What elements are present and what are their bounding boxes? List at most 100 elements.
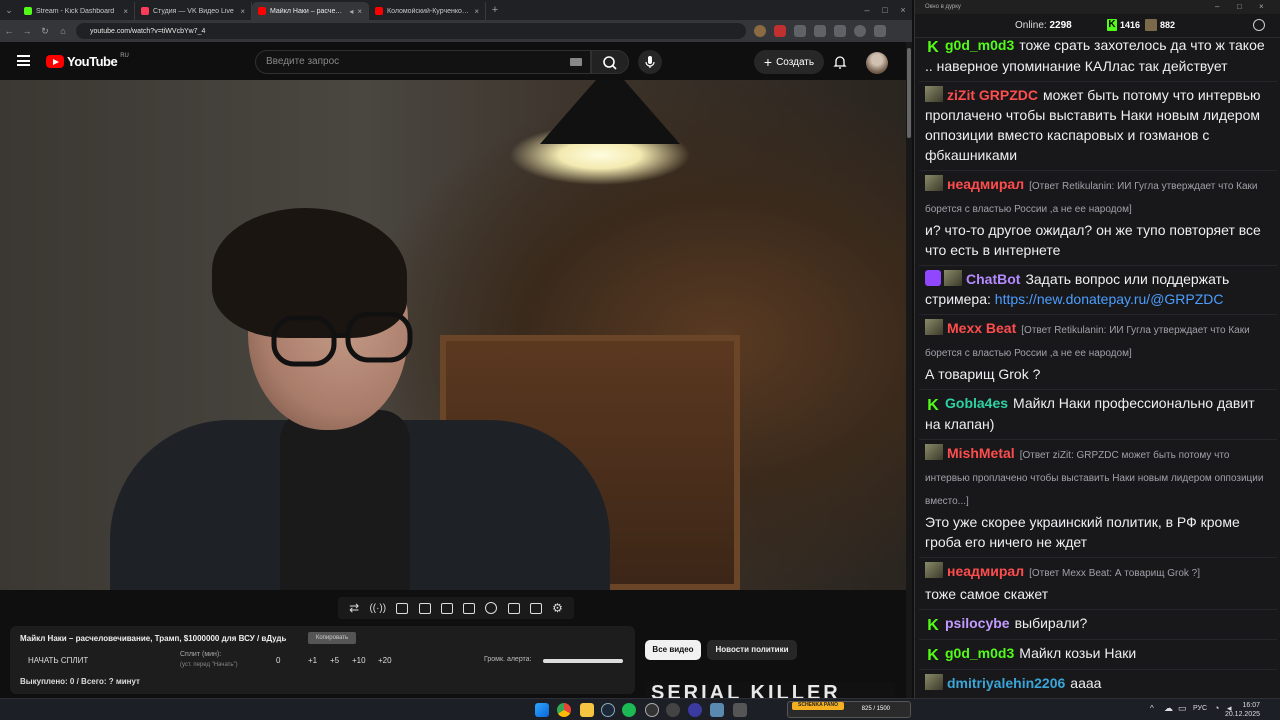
page-scrollbar[interactable] (906, 42, 912, 698)
add-clip-icon[interactable] (507, 602, 520, 614)
minimize-button[interactable]: – (858, 5, 876, 15)
chat-message-list[interactable]: Kg0d_m0d3 тоже срать захотелось да что ж … (919, 32, 1277, 696)
chat-username[interactable]: dmitriyalehin2206 (947, 675, 1065, 691)
obs-icon[interactable] (645, 703, 659, 717)
tab-youtube-other[interactable]: Коломойский-Курченко: "Д... × (369, 2, 486, 20)
start-split-button[interactable]: НАЧАТЬ СПЛИТ (28, 656, 88, 665)
app-icon[interactable] (733, 703, 747, 717)
chip-politics-news[interactable]: Новости политики (707, 640, 797, 660)
player-extension-toolbar: ⇄ ((·)) ⚙ (338, 597, 574, 619)
back-icon[interactable]: ← (0, 26, 18, 36)
chat-username[interactable]: Gobla4es (945, 395, 1008, 411)
split-add-5-button[interactable]: +5 (330, 656, 339, 665)
battery-icon[interactable]: ▭ (1178, 703, 1187, 714)
tab-kick-dashboard[interactable]: Stream - Kick Dashboard × (18, 2, 135, 20)
file-explorer-icon[interactable] (580, 703, 594, 717)
broadcast-icon[interactable]: ((·)) (369, 603, 386, 614)
repeat-icon[interactable]: ⇄ (349, 601, 359, 615)
chat-username[interactable]: MishMetal (947, 445, 1015, 461)
pip-icon[interactable] (440, 602, 453, 614)
speaker-icon[interactable]: ◂ (349, 7, 353, 16)
maximize-button[interactable]: □ (1237, 0, 1242, 14)
create-button[interactable]: + Создать (754, 50, 824, 74)
youtube-header: YouTube RU Введите запрос + Создать (0, 42, 912, 80)
minimize-button[interactable]: – (1215, 0, 1219, 14)
menu-icon[interactable] (874, 25, 886, 37)
spotify-icon[interactable] (622, 703, 636, 717)
cinema-icon[interactable] (463, 602, 476, 614)
chat-username[interactable]: неадмирал (947, 176, 1024, 192)
camera-icon[interactable] (529, 602, 542, 614)
notifications-bell-icon[interactable] (833, 54, 847, 70)
close-icon[interactable]: × (357, 7, 362, 16)
chat-username[interactable]: ChatBot (966, 271, 1020, 287)
chat-username[interactable]: ziZit GRPZDC (947, 87, 1038, 103)
home-icon[interactable]: ⌂ (54, 26, 72, 36)
extension-icon[interactable] (754, 25, 766, 37)
split-add-1-button[interactable]: +1 (308, 656, 317, 665)
close-icon[interactable]: × (240, 7, 245, 16)
chat-scrollbar[interactable] (1269, 40, 1273, 690)
clock[interactable]: 16:07 20.12.2025 (1225, 701, 1260, 719)
film-icon[interactable] (418, 602, 431, 614)
keyboard-icon[interactable] (570, 58, 582, 66)
network-icon[interactable]: ☁ (1164, 703, 1173, 714)
account-avatar[interactable] (866, 52, 888, 74)
chat-username[interactable]: Mexx Beat (947, 320, 1016, 336)
chat-username[interactable]: неадмирал (947, 563, 1024, 579)
app-icon[interactable] (666, 703, 680, 717)
close-icon[interactable]: × (474, 7, 479, 16)
wifi-icon[interactable]: ◔ (1214, 703, 1219, 713)
speed-icon[interactable] (485, 602, 498, 614)
language-indicator[interactable]: РУС (1193, 705, 1207, 712)
gear-icon[interactable]: ⚙ (552, 601, 563, 615)
close-icon[interactable]: × (123, 7, 128, 16)
tab-youtube-video[interactable]: Майкл Наки – расчеловечивание, Трамп... … (252, 2, 369, 20)
reload-icon[interactable]: ↻ (36, 26, 54, 37)
url-input[interactable]: youtube.com/watch?v=tiWVcbYw7_4 (76, 23, 746, 39)
alert-volume-slider[interactable] (543, 659, 623, 663)
chat-username[interactable]: g0d_m0d3 (945, 37, 1014, 53)
hamburger-menu-icon[interactable] (17, 55, 30, 66)
search-input[interactable]: Введите запрос (255, 50, 591, 74)
download-icon[interactable] (834, 25, 846, 37)
chevron-up-icon[interactable]: ^ (1150, 704, 1154, 713)
chat-link[interactable]: https://new.donatepay.ru/@GRPZDC (995, 291, 1224, 307)
split-add-10-button[interactable]: +10 (352, 656, 366, 665)
profile-icon[interactable] (854, 25, 866, 37)
media-player-icon[interactable] (688, 703, 702, 717)
chat-username[interactable]: g0d_m0d3 (945, 645, 1014, 661)
extension-icon[interactable] (794, 25, 806, 37)
reply-quote: [Ответ Mexx Beat: А товарищ Grok ?] (1029, 568, 1201, 579)
chip-all-videos[interactable]: Все видео (645, 640, 701, 660)
windows-start-icon[interactable] (535, 703, 549, 717)
voice-search-button[interactable] (638, 50, 662, 74)
maximize-button[interactable]: □ (876, 5, 894, 15)
new-tab-button[interactable]: + (486, 4, 504, 16)
puzzle-icon[interactable] (814, 25, 826, 37)
extension-icon[interactable] (774, 25, 786, 37)
search-icon (603, 56, 617, 70)
logo-text: YouTube (67, 54, 118, 69)
create-label: Создать (776, 56, 815, 68)
kick-icon: K (1107, 19, 1117, 31)
recommended-thumbnail[interactable]: SERIAL KILLER (645, 682, 895, 698)
forward-icon[interactable]: → (18, 26, 36, 36)
tab-search-icon[interactable]: ⌄ (0, 5, 18, 16)
tab-vk-studio[interactable]: Студия — VK Видео Live × (135, 2, 252, 20)
close-window-button[interactable]: × (1259, 0, 1264, 14)
split-add-20-button[interactable]: +20 (378, 656, 392, 665)
settings-icon[interactable] (1253, 19, 1265, 31)
chat-username[interactable]: psilocybe (945, 615, 1010, 631)
chrome-icon[interactable] (557, 703, 571, 717)
scrollbar-thumb[interactable] (907, 48, 911, 138)
kick-goal-widget[interactable]: SCHENKA PANO 825 / 1500 (787, 701, 911, 718)
search-button[interactable] (591, 50, 629, 74)
app-icon[interactable] (710, 703, 724, 717)
video-player[interactable] (0, 80, 906, 590)
eye-icon[interactable] (396, 602, 409, 614)
close-window-button[interactable]: × (894, 5, 912, 15)
steam-icon[interactable] (601, 703, 615, 717)
copy-button[interactable]: Копировать (308, 632, 356, 644)
youtube-logo[interactable]: YouTube RU (46, 53, 129, 69)
